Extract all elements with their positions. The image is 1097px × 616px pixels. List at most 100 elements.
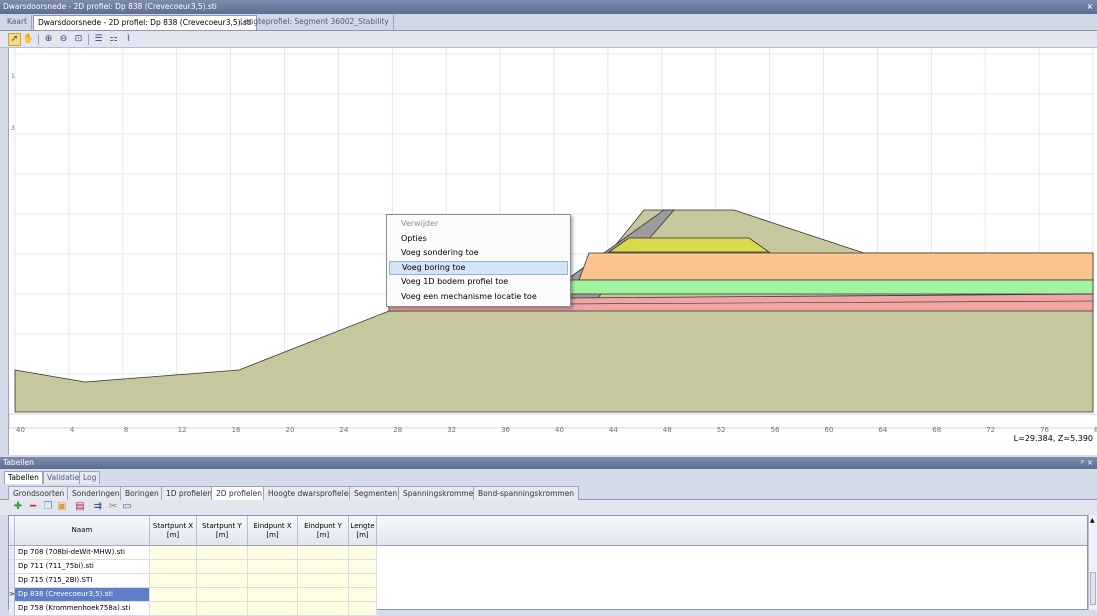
x-tick-label: 16 [232,426,241,434]
cell-naam[interactable]: Dp 708 (708bi-deWit-MHW).sti [15,546,150,560]
cell-eindpunt-y[interactable] [298,574,349,588]
x-tick-label: 12 [178,426,187,434]
cell-startpunt-y[interactable] [197,546,248,560]
table-row[interactable]: Dp 708 (708bi-deWit-MHW).sti [9,546,1089,560]
column-header-eindpunt-y[interactable]: Eindpunt Y [m] [298,516,349,546]
tab-bond-spanningskrommen[interactable]: Bond-spanningskrommen [473,486,580,500]
paste-icon[interactable]: ▣ [56,501,68,513]
plot-toolbar: ➚ ✋ ⊕ ⊖ ⊡ ☰ ⚏ ⌇ [0,31,1097,48]
cell-startpunt-x[interactable] [150,602,197,616]
column-header-startpunt-x[interactable]: Startpunt X [m] [150,516,197,546]
cell-eindpunt-x[interactable] [248,560,298,574]
cell-eindpunt-x[interactable] [248,602,298,616]
cell-startpunt-y[interactable] [197,588,248,602]
cell-startpunt-y[interactable] [197,602,248,616]
cell-eindpunt-x[interactable] [248,546,298,560]
cell-naam[interactable]: Dp 715 (715_2BI).STI [15,574,150,588]
cell-eindpunt-x[interactable] [248,574,298,588]
x-tick-label: 64 [878,426,887,434]
column-header-startpunt-y[interactable]: Startpunt Y [m] [197,516,248,546]
column-header-naam[interactable]: Naam [15,516,150,546]
cell-lengte[interactable] [349,588,377,602]
tab-kaart[interactable]: Kaart [3,15,33,30]
menu-item-voeg-boring-toe[interactable]: Voeg boring toe [389,260,568,275]
column-header-filler [377,516,1087,546]
zoom-in-icon[interactable]: ⊕ [42,33,55,46]
tab-validatie[interactable]: Validatie [43,471,84,484]
tab-tabellen[interactable]: Tabellen [4,471,43,484]
menu-item-opties[interactable]: Opties [389,232,568,247]
tab-hoogte-dwarsprofielen[interactable]: Hoogte dwarsprofielen [263,486,359,500]
cell-eindpunt-y[interactable] [298,602,349,616]
cell-startpunt-x[interactable] [150,546,197,560]
table-vertical-scrollbar[interactable]: ▲ [1088,515,1097,610]
add-icon[interactable]: ✚ [12,501,24,513]
tab-segmenten[interactable]: Segmenten [349,486,403,500]
export-icon[interactable]: ▭ [121,501,133,513]
tab-sonderingen[interactable]: Sonderingen [67,486,125,500]
cell-startpunt-y[interactable] [197,560,248,574]
cell-startpunt-x[interactable] [150,574,197,588]
list-icon[interactable]: ☰ [92,33,105,46]
remove-icon[interactable]: ━ [27,501,39,513]
y-axis-ticks: 13 [11,73,15,132]
window-title: Dwarsdoorsnede - 2D profiel: Dp 838 (Cre… [3,2,217,11]
tab-lengteprofiel[interactable]: Lengteprofiel: Segment 36002_Stability [236,15,394,30]
x-tick-label: 28 [393,426,402,434]
pan-hand-icon[interactable]: ✋ [22,33,35,46]
toolbar-separator [38,34,39,45]
cell-eindpunt-y[interactable] [298,560,349,574]
column-header-eindpunt-x[interactable]: Eindpunt X [m] [248,516,298,546]
column-header-lengte[interactable]: Lengte [m] [349,516,377,546]
cell-lengte[interactable] [349,546,377,560]
import-icon[interactable]: ⇉ [92,501,104,513]
zoom-out-icon[interactable]: ⊖ [57,33,70,46]
tab-log[interactable]: Log [79,471,101,484]
table-tabs: Grondsoorten Sonderingen Boringen 1D pro… [0,485,1097,500]
tab-grondsoorten[interactable]: Grondsoorten [8,486,70,500]
cell-startpunt-x[interactable] [150,560,197,574]
x-tick-label: 44 [609,426,618,434]
save-icon[interactable]: ▤ [74,501,86,513]
cell-lengte[interactable] [349,574,377,588]
close-icon[interactable]: × [1087,0,1093,14]
cell-eindpunt-y[interactable] [298,588,349,602]
cell-naam[interactable]: Dp 758 (Krommenhoek758a).sti [15,602,150,616]
tab-boringen[interactable]: Boringen [120,486,164,500]
y-tick-label: 1 [11,73,15,80]
window-titlebar: Dwarsdoorsnede - 2D profiel: Dp 838 (Cre… [0,0,1097,14]
table-row[interactable]: Dp 715 (715_2BI).STI [9,574,1089,588]
cell-lengte[interactable] [349,560,377,574]
tab-2d-profielen[interactable]: 2D profielen [211,486,267,500]
profile-icon[interactable]: ⌇ [122,33,135,46]
cell-lengte[interactable] [349,602,377,616]
tab-dwarsdoorsnede[interactable]: Dwarsdoorsnede - 2D profiel: Dp 838 (Cre… [33,15,257,30]
cell-naam[interactable]: Dp 711 (711_75bi).sti [15,560,150,574]
tab-1d-profielen[interactable]: 1D profielen [161,486,217,500]
tab-spanningskrommen[interactable]: Spanningskrommen [398,486,483,500]
menu-item-voeg-1d-bodem-profiel-toe[interactable]: Voeg 1D bodem profiel toe [389,275,568,290]
cell-startpunt-x[interactable] [150,588,197,602]
zoom-extent-icon[interactable]: ⊡ [72,33,85,46]
delete-icon[interactable]: ✂ [107,501,119,513]
cross-section-plot[interactable]: 40 4 8 12 16 20 24 28 32 36 40 44 48 52 56 60 64 68 72 76 8 … [8,48,1097,455]
x-axis-ticks: 40 4 8 12 16 20 24 28 32 36 40 44 48 52 56 60 64 68 72 76 8 [16,426,1097,434]
table-row[interactable]: Dp 711 (711_75bi).sti [9,560,1089,574]
scroll-up-icon[interactable]: ▲ [1090,517,1095,524]
x-tick-label: 20 [286,426,295,434]
x-tick-label: 8 [124,426,128,434]
menu-item-verwijder[interactable]: Verwijder [389,217,568,232]
cell-eindpunt-y[interactable] [298,546,349,560]
cell-naam[interactable]: Dp 838 (Crevecoeur3,5).sti [15,588,150,602]
menu-item-voeg-mechanisme-locatie-toe[interactable]: Voeg een mechanisme locatie toe [389,290,568,305]
copy-icon[interactable]: ❐ [42,501,54,513]
table-row-selected[interactable]: > Dp 838 (Crevecoeur3,5).sti [9,588,1089,602]
table-row[interactable]: Dp 758 (Krommenhoek758a).sti [9,602,1089,616]
layers-icon[interactable]: ⚏ [107,33,120,46]
scroll-thumb[interactable] [1090,572,1096,605]
menu-item-voeg-sondering-toe[interactable]: Voeg sondering toe [389,246,568,261]
select-arrow-icon[interactable]: ➚ [8,33,21,46]
pin-close-icon[interactable]: ᵖ × [1081,457,1093,469]
cell-eindpunt-x[interactable] [248,588,298,602]
cell-startpunt-y[interactable] [197,574,248,588]
